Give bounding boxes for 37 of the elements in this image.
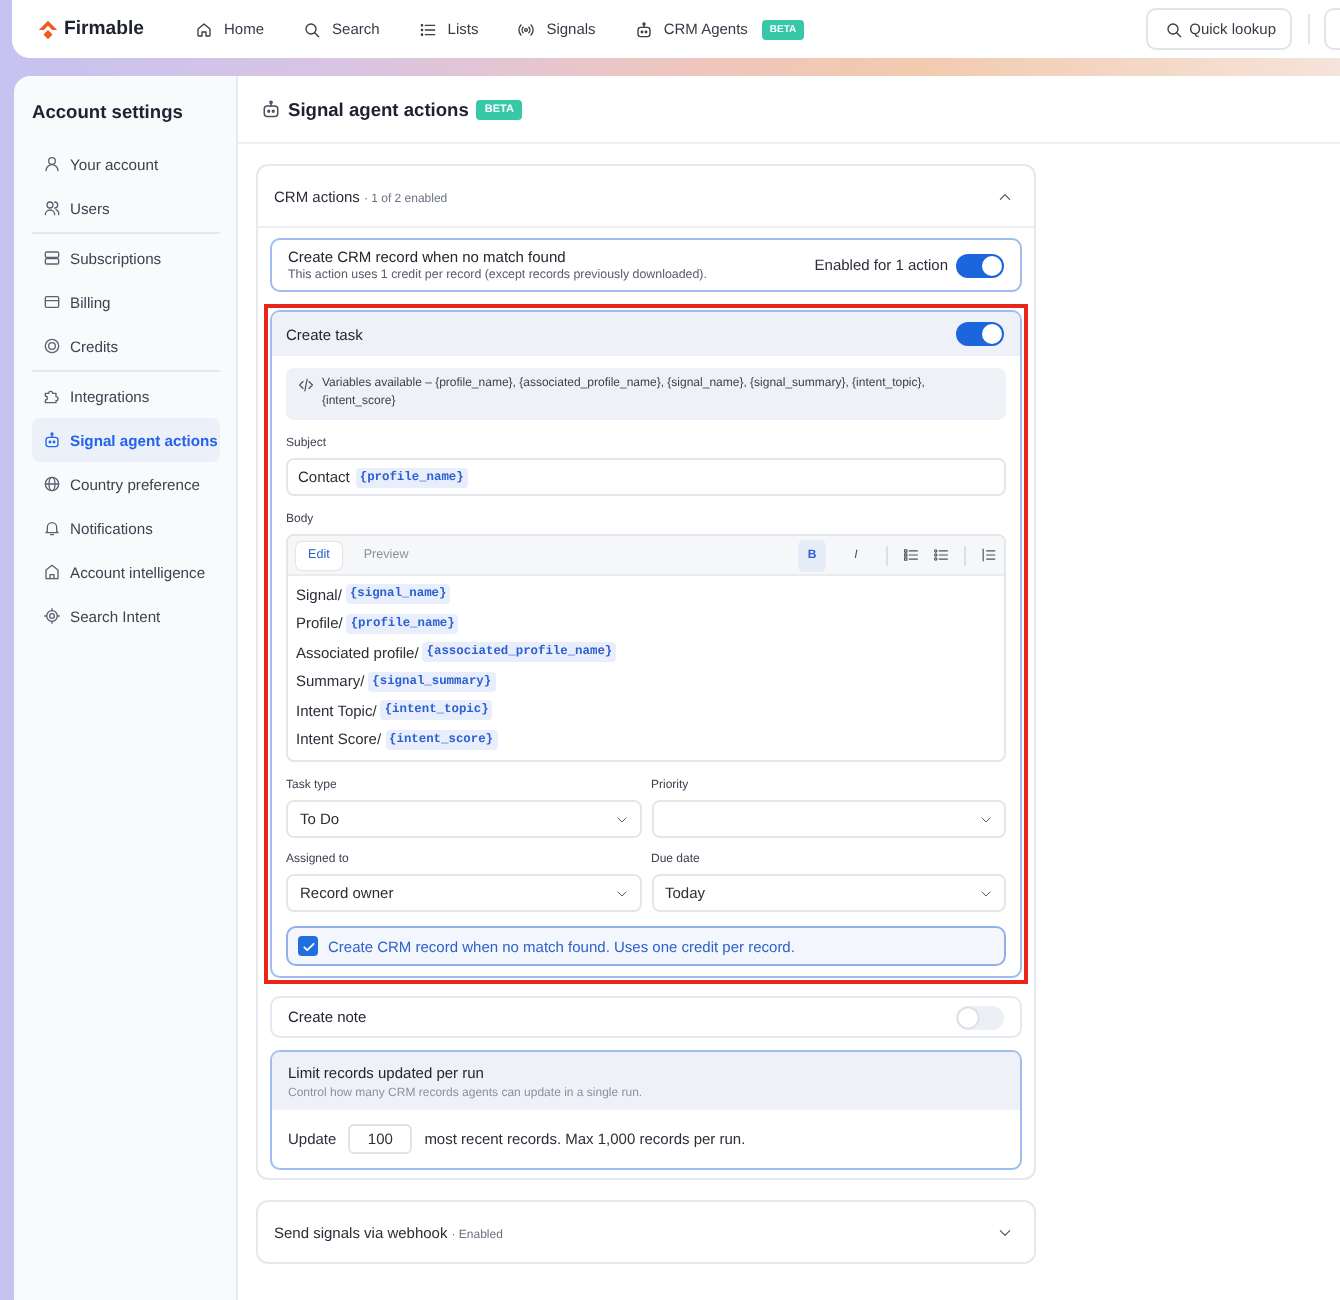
chevron-down-icon[interactable] xyxy=(998,1225,1012,1239)
logo-text[interactable]: Firmable xyxy=(64,18,144,40)
building-icon xyxy=(44,564,60,580)
toggle-switch[interactable] xyxy=(956,322,1004,346)
chevron-down-icon xyxy=(615,813,627,825)
target-icon xyxy=(44,608,60,624)
robot-icon xyxy=(44,432,60,448)
robot-icon xyxy=(262,100,280,118)
user-icon xyxy=(44,156,60,172)
code-icon xyxy=(298,378,314,392)
logo-icon[interactable] xyxy=(38,19,58,39)
chevron-up-icon[interactable] xyxy=(998,189,1012,203)
home-icon xyxy=(196,21,212,37)
search-icon xyxy=(304,21,321,37)
puzzle-icon xyxy=(44,388,60,404)
quote-icon[interactable] xyxy=(982,548,996,562)
sidebar-title: Account settings xyxy=(32,100,185,124)
toggle-switch[interactable] xyxy=(956,1005,1004,1029)
bullet-list-icon[interactable] xyxy=(934,548,948,562)
search-icon xyxy=(1165,21,1182,37)
chevron-down-icon xyxy=(980,813,992,825)
select-field[interactable] xyxy=(651,800,1006,838)
robot-icon xyxy=(635,21,652,37)
coin-icon xyxy=(44,338,60,354)
server-icon xyxy=(44,250,60,266)
signal-icon xyxy=(518,21,535,37)
credit-card-icon xyxy=(44,294,60,310)
bell-icon xyxy=(44,520,60,536)
checkbox[interactable] xyxy=(298,936,318,956)
chevron-down-icon xyxy=(980,887,992,899)
globe-icon xyxy=(44,476,60,492)
numbered-list-icon[interactable] xyxy=(904,548,918,562)
users-icon xyxy=(44,200,60,216)
list-icon xyxy=(419,21,436,37)
toggle-switch[interactable] xyxy=(956,253,1004,277)
chevron-down-icon xyxy=(615,887,627,899)
page-title: Signal agent actions xyxy=(288,99,469,119)
